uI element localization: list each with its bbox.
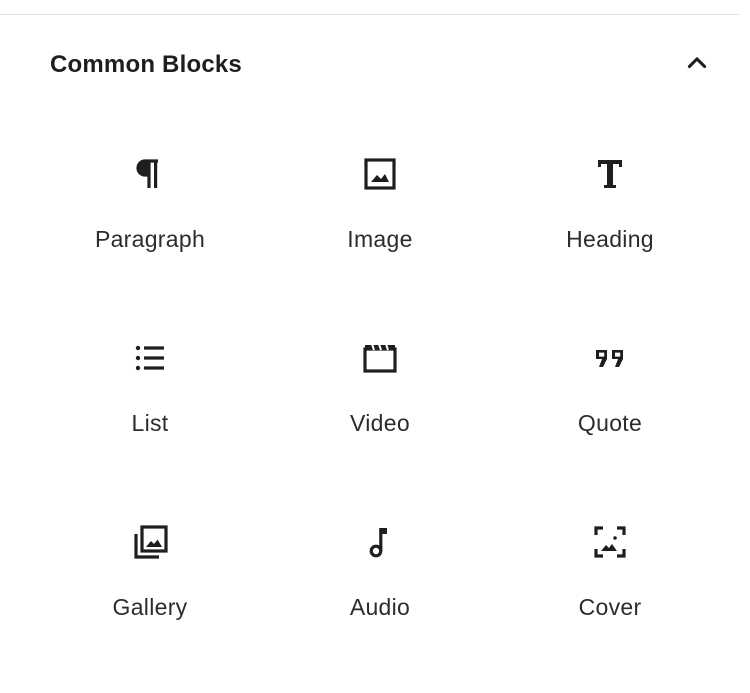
block-grid: Paragraph Image Heading List Video Quote…: [35, 128, 725, 680]
block-label: Cover: [578, 594, 642, 620]
paragraph-icon: [126, 150, 174, 198]
block-label: Gallery: [112, 594, 188, 620]
block-label: Video: [350, 410, 410, 436]
audio-icon: [356, 518, 404, 566]
cover-icon: [586, 518, 634, 566]
list-icon: [126, 334, 174, 382]
block-image[interactable]: Image: [265, 128, 495, 312]
panel-title: Common Blocks: [50, 51, 242, 78]
block-quote[interactable]: Quote: [495, 312, 725, 496]
block-label: Paragraph: [94, 226, 206, 252]
block-label: Image: [347, 226, 413, 252]
block-list[interactable]: List: [35, 312, 265, 496]
block-label: Audio: [349, 594, 411, 620]
block-gallery[interactable]: Gallery: [35, 496, 265, 680]
panel-header[interactable]: Common Blocks: [0, 15, 740, 115]
block-heading[interactable]: Heading: [495, 128, 725, 312]
block-label: List: [131, 410, 169, 436]
gallery-icon: [126, 518, 174, 566]
block-audio[interactable]: Audio: [265, 496, 495, 680]
block-video[interactable]: Video: [265, 312, 495, 496]
chevron-up-icon: [683, 49, 711, 82]
block-label: Heading: [566, 226, 654, 252]
block-label: Quote: [577, 410, 643, 436]
quote-icon: [586, 334, 634, 382]
collapse-toggle-button[interactable]: [675, 45, 719, 85]
block-cover[interactable]: Cover: [495, 496, 725, 680]
image-icon: [356, 150, 404, 198]
heading-icon: [586, 150, 634, 198]
video-icon: [356, 334, 404, 382]
block-paragraph[interactable]: Paragraph: [35, 128, 265, 312]
